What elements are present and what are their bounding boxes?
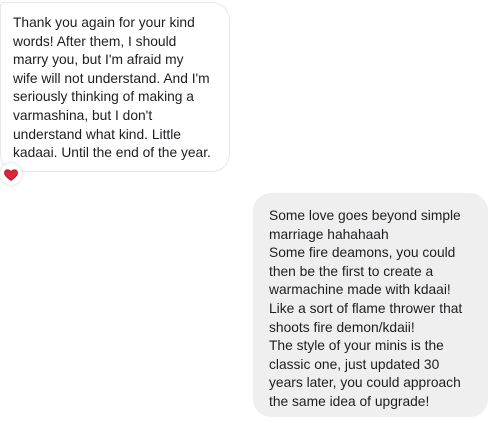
message-thread: Thank you again for your kind words! Aft…: [0, 0, 491, 423]
incoming-message-bubble[interactable]: Thank you again for your kind words! Aft…: [0, 2, 230, 172]
heart-icon: [4, 168, 18, 181]
message-reaction[interactable]: [0, 163, 22, 185]
outgoing-message-bubble[interactable]: Some love goes beyond simple marriage ha…: [253, 193, 488, 417]
